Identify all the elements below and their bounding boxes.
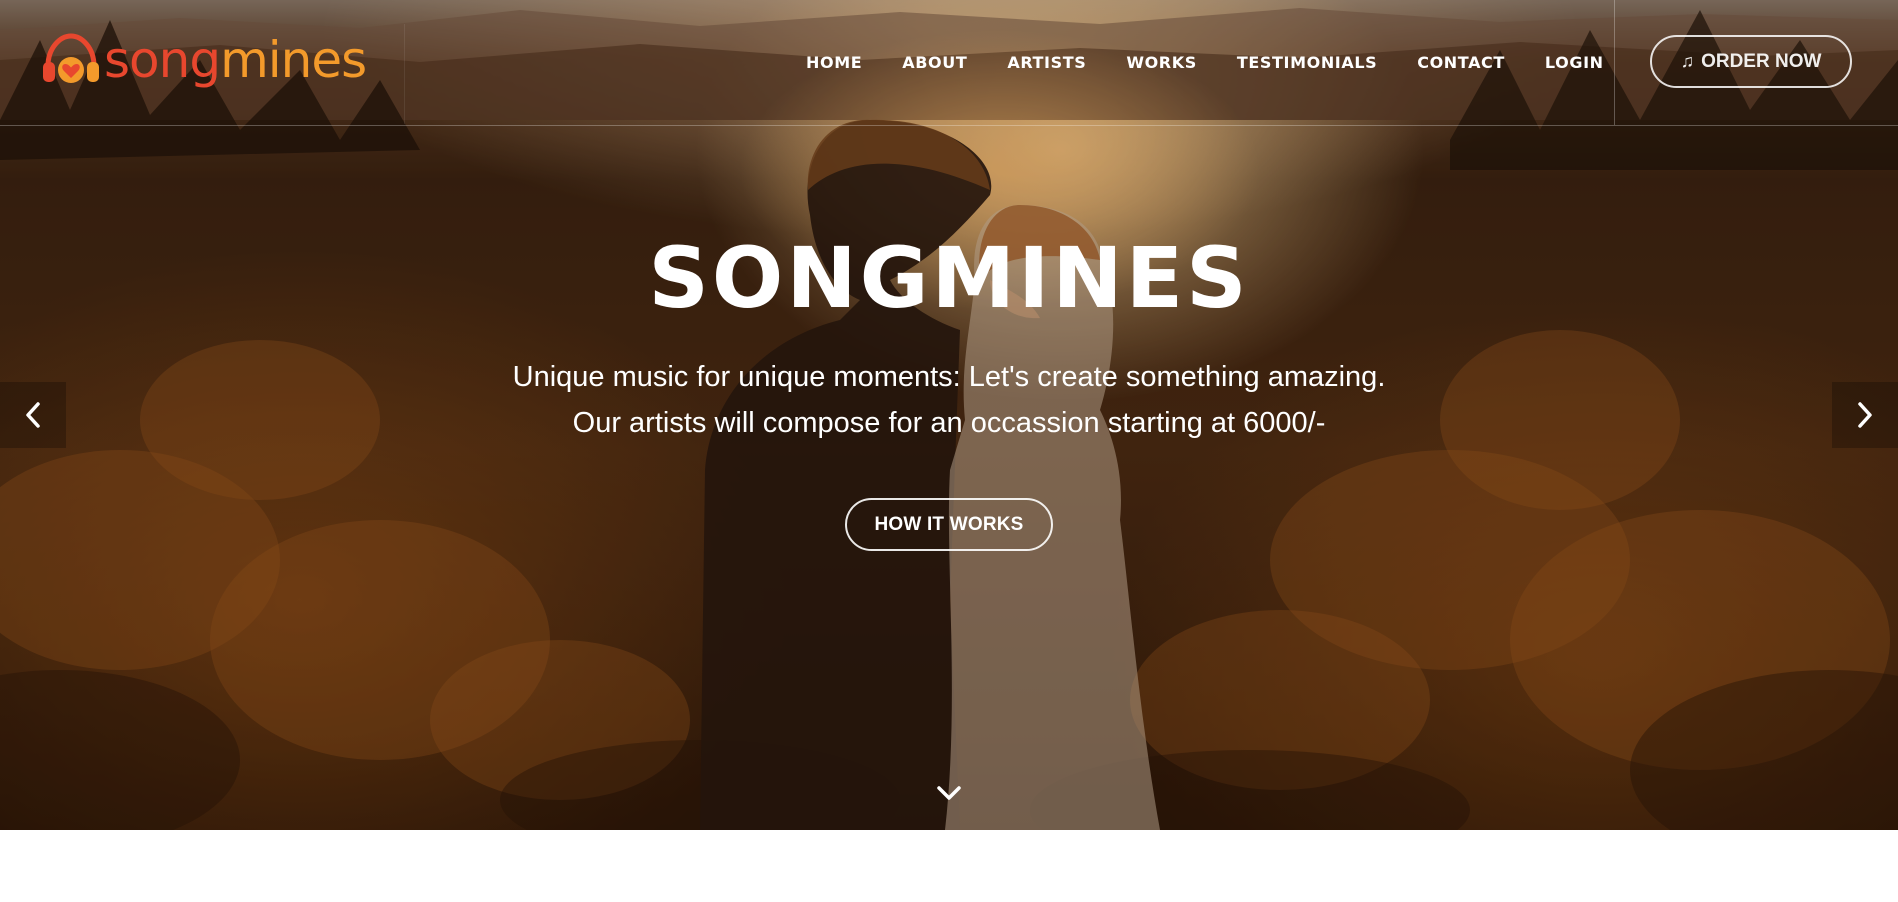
hero-subtitle-line2: Our artists will compose for an occassio… (572, 407, 1326, 439)
site-header: songmines HOME ABOUT ARTISTS WORKS TESTI… (0, 0, 1898, 126)
site-logo[interactable]: songmines (40, 28, 367, 92)
nav-home[interactable]: HOME (786, 53, 882, 72)
nav-works[interactable]: WORKS (1106, 53, 1217, 72)
chevron-down-icon (937, 786, 961, 800)
slider-prev-button[interactable] (0, 382, 66, 448)
chevron-left-icon (26, 402, 40, 428)
hero-title: SONGMINES (648, 229, 1250, 327)
headphones-heart-icon (43, 33, 99, 83)
chevron-right-icon (1858, 402, 1872, 428)
logo-text-part1: song (104, 31, 221, 89)
slider-next-button[interactable] (1832, 382, 1898, 448)
nav-about[interactable]: ABOUT (882, 53, 987, 72)
music-note-icon: ♫ (1680, 51, 1695, 71)
order-now-label: ORDER NOW (1701, 50, 1822, 72)
hero-subtitle-line1: Unique music for unique moments: Let's c… (512, 361, 1386, 393)
nav-testimonials[interactable]: TESTIMONIALS (1217, 53, 1397, 72)
header-divider (404, 24, 405, 124)
hero-subtitle: Unique music for unique moments: Let's c… (0, 354, 1898, 446)
nav-artists[interactable]: ARTISTS (987, 53, 1106, 72)
logo-wordmark: songmines (104, 35, 367, 85)
content-section (0, 830, 1898, 902)
main-nav: HOME ABOUT ARTISTS WORKS TESTIMONIALS CO… (786, 0, 1624, 125)
nav-contact[interactable]: CONTACT (1397, 53, 1525, 72)
header-divider (1614, 0, 1615, 125)
order-now-button[interactable]: ♫ ORDER NOW (1650, 35, 1852, 88)
nav-login[interactable]: LOGIN (1525, 53, 1624, 72)
logo-text-part2: mines (220, 31, 367, 89)
scroll-down-button[interactable] (934, 778, 964, 808)
how-it-works-button[interactable]: HOW IT WORKS (845, 498, 1053, 551)
